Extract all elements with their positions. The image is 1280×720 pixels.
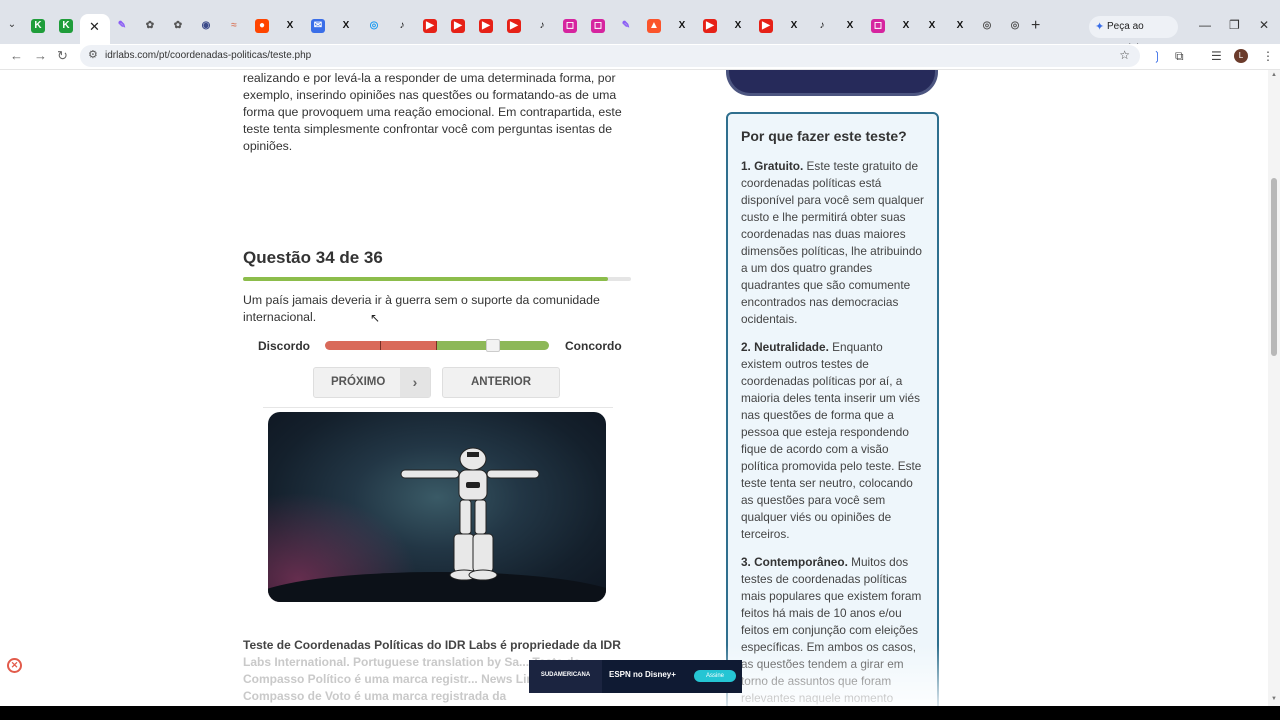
mail-icon[interactable]: ✉	[311, 19, 325, 33]
robot-image	[268, 412, 606, 602]
bottom-bar	[0, 706, 1280, 720]
chevron-right-icon: ›	[400, 368, 430, 397]
chrome-icon[interactable]: ◎	[1008, 19, 1022, 33]
sidebar-item-heading: 2. Neutralidade.	[741, 340, 829, 354]
reload-icon[interactable]: ↻	[57, 48, 68, 64]
x-icon[interactable]: X	[899, 19, 913, 33]
address-bar: ← → ↻ ⚙ idrlabs.com/pt/coordenadas-polit…	[0, 44, 1280, 70]
next-label: PRÓXIMO	[331, 376, 386, 388]
previous-button[interactable]: ANTERIOR	[442, 367, 560, 398]
x-icon[interactable]: X	[787, 19, 801, 33]
sidebar-item: 2. Neutralidade. Enquanto existem outros…	[741, 339, 924, 543]
kiwi-icon[interactable]: K	[59, 19, 73, 33]
url-field[interactable]: ⚙ idrlabs.com/pt/coordenadas-politicas/t…	[80, 45, 1140, 67]
x-icon[interactable]: X	[675, 19, 689, 33]
youtube-icon[interactable]: ▶	[759, 19, 773, 33]
question-text: Um país jamais deveria ir à guerra sem o…	[243, 293, 600, 324]
close-ad-icon[interactable]: ✕	[7, 658, 22, 673]
scroll-up-icon[interactable]: ▲	[1271, 72, 1277, 78]
sidebar-item: 1. Gratuito. Este teste gratuito de coor…	[741, 158, 924, 328]
extensions-puzzle-icon[interactable]: ⧉	[1175, 49, 1184, 64]
instagram-icon[interactable]: ◻	[563, 19, 577, 33]
youtube-icon[interactable]: ▶	[479, 19, 493, 33]
url-text[interactable]: idrlabs.com/pt/coordenadas-politicas/tes…	[105, 50, 311, 61]
youtube-icon[interactable]: ▶	[507, 19, 521, 33]
brave-icon[interactable]: ▲	[647, 19, 661, 33]
tiktok-icon[interactable]: ♪	[395, 19, 409, 33]
sidebar-title: Por que fazer este teste?	[741, 128, 907, 144]
kiwi-icon[interactable]: K	[31, 19, 45, 33]
youtube-icon[interactable]: ▶	[703, 19, 717, 33]
scrollbar[interactable]: ▲ ▼	[1268, 70, 1280, 706]
scale-agree-label: Concordo	[565, 339, 622, 353]
intro-text: realizando e por levá-la a responder de …	[243, 71, 622, 153]
progress-bar	[243, 277, 631, 281]
agreement-slider[interactable]	[325, 339, 549, 352]
ad-cta-button[interactable]: Assine	[694, 670, 736, 682]
reading-list-icon[interactable]: ☰	[1211, 49, 1222, 63]
x-icon[interactable]: X	[925, 19, 939, 33]
ad-left-text: SUDAMERICANA	[529, 660, 602, 693]
browser-tab-bar: ⌄ K K ✎ ✿ ✿ ◉ ≈ ● X ✉ X ◎ ♪ ▶ ▶ ▶ ▶ ♪ ◻ ◻ ✎ ▲ X ▶ X ▶ X ♪ X ◻ X X X ◎ ◎ ✕ …	[0, 0, 1280, 54]
circle-icon[interactable]: ◉	[199, 19, 213, 33]
profile-avatar[interactable]: L	[1234, 49, 1248, 63]
tab-search-icon[interactable]: ⌄	[4, 17, 20, 33]
openai-icon[interactable]: ✿	[171, 19, 185, 33]
slider-tick	[436, 341, 437, 350]
progress-fill	[243, 277, 608, 281]
sidebar-fade	[726, 645, 940, 706]
openai-icon[interactable]: ✿	[143, 19, 157, 33]
slider-tick	[380, 341, 381, 350]
extension-icon[interactable]: ❳	[1152, 49, 1162, 63]
menu-icon[interactable]: ⋮	[1262, 49, 1274, 63]
sidebar-item-heading: 1. Gratuito.	[741, 159, 804, 173]
x-icon[interactable]: X	[731, 19, 745, 33]
sidebar-item-text: Enquanto existem outros testes de coorde…	[741, 340, 922, 541]
reddit-icon[interactable]: ●	[255, 19, 269, 33]
chrome-icon[interactable]: ◎	[980, 19, 994, 33]
ad-banner[interactable]: SUDAMERICANA ESPN no Disney+ Assine	[529, 660, 742, 693]
scroll-down-icon[interactable]: ▼	[1271, 696, 1277, 702]
gemini-spark-icon: ✦	[1095, 21, 1105, 33]
sidebar-item-text: Este teste gratuito de coordenadas polít…	[741, 159, 924, 326]
question-title: Questão 34 de 36	[243, 248, 383, 267]
bookmark-star-icon[interactable]: ☆	[1119, 48, 1130, 62]
copyright-visible: Teste de Coordenadas Políticas do IDR La…	[243, 638, 621, 652]
sidebar-top-card	[726, 70, 938, 96]
sidebar-item-heading: 3. Contemporâneo.	[741, 555, 848, 569]
close-tab-icon[interactable]: ✕	[89, 19, 100, 35]
x-icon[interactable]: X	[843, 19, 857, 33]
instagram-icon[interactable]: ◻	[871, 19, 885, 33]
youtube-icon[interactable]: ▶	[451, 19, 465, 33]
tiktok-icon[interactable]: ♪	[815, 19, 829, 33]
back-icon[interactable]: ←	[10, 48, 23, 63]
new-tab-icon[interactable]: +	[1031, 17, 1040, 35]
pen-icon[interactable]: ✎	[115, 19, 129, 33]
robot-figure	[400, 447, 540, 581]
scale-disagree-label: Discordo	[258, 339, 311, 353]
scroll-thumb[interactable]	[1271, 178, 1277, 356]
page-content: realizando e por levá-la a responder de …	[0, 70, 1268, 706]
minimize-icon[interactable]: —	[1199, 18, 1211, 32]
ad-right-text: ESPN no Disney+	[609, 670, 676, 679]
globe-icon[interactable]: ◎	[367, 19, 381, 33]
pen-icon[interactable]: ✎	[619, 19, 633, 33]
x-icon[interactable]: X	[953, 19, 967, 33]
restore-icon[interactable]: ❐	[1229, 18, 1240, 32]
x-icon[interactable]: X	[283, 19, 297, 33]
wave-icon[interactable]: ≈	[227, 19, 241, 33]
tiktok-icon[interactable]: ♪	[535, 19, 549, 33]
instagram-icon[interactable]: ◻	[591, 19, 605, 33]
why-take-test-box: Por que fazer este teste? 1. Gratuito. E…	[726, 112, 939, 706]
x-icon[interactable]: X	[339, 19, 353, 33]
youtube-icon[interactable]: ▶	[423, 19, 437, 33]
mouse-cursor-icon: ↖	[370, 311, 381, 325]
site-info-icon[interactable]: ⚙	[88, 48, 98, 61]
slider-thumb[interactable]	[486, 339, 500, 352]
next-button[interactable]: PRÓXIMO ›	[313, 367, 431, 398]
gemini-button[interactable]: ✦ Peça ao Gemini	[1089, 16, 1178, 54]
forward-icon[interactable]: →	[34, 48, 47, 63]
divider	[263, 407, 613, 408]
close-window-icon[interactable]: ✕	[1259, 18, 1269, 32]
